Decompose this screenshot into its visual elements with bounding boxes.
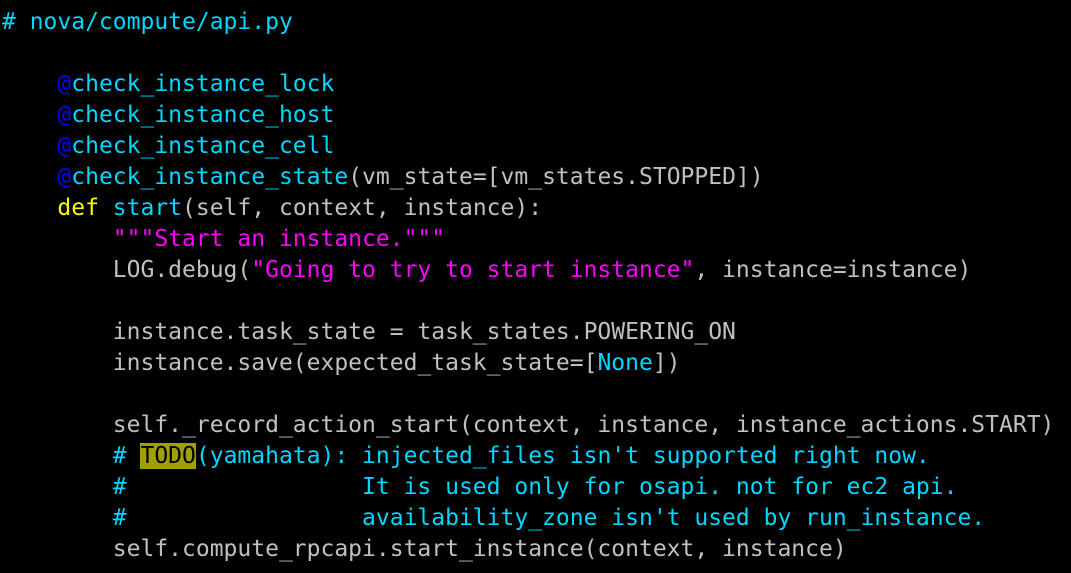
code-line: @check_instance_lock bbox=[2, 69, 334, 100]
comment-token: (yamahata): injected_files isn't support… bbox=[195, 443, 930, 469]
code-token: ]) bbox=[652, 350, 681, 376]
code-line: @check_instance_state(vm_state=[vm_state… bbox=[2, 162, 764, 193]
code-token: LOG.debug( bbox=[2, 257, 252, 283]
code-line: # nova/compute/api.py bbox=[2, 7, 293, 38]
decorator-symbol: @ bbox=[57, 164, 72, 190]
builtin-constant: None bbox=[597, 350, 653, 376]
code-line: # availability_zone isn't used by run_in… bbox=[2, 503, 985, 534]
code-token: , instance=instance) bbox=[694, 257, 972, 283]
identifier-token: check_instance_state bbox=[71, 164, 349, 190]
todo-marker: TODO bbox=[140, 443, 196, 469]
code-line: instance.task_state = task_states.POWERI… bbox=[2, 317, 736, 348]
code-line: self.compute_rpcapi.start_instance(conte… bbox=[2, 534, 847, 565]
code-token: instance.save(expected_task_state=[ bbox=[2, 350, 598, 376]
code-token: (self, context, instance): bbox=[182, 195, 543, 221]
identifier-token: check_instance_lock bbox=[71, 71, 335, 97]
code-line: # It is used only for osapi. not for ec2… bbox=[2, 472, 958, 503]
code-token: instance.task_state = task_states.POWERI… bbox=[2, 319, 736, 345]
code-line: # TODO(yamahata): injected_files isn't s… bbox=[2, 441, 930, 472]
code-token: (vm_state=[vm_states.STOPPED]) bbox=[348, 164, 764, 190]
identifier-token: check_instance_host bbox=[71, 102, 335, 128]
code-line: def start(self, context, instance): bbox=[2, 193, 542, 224]
comment-token: # nova/compute/api.py bbox=[2, 9, 293, 35]
code-line: LOG.debug("Going to try to start instanc… bbox=[2, 255, 972, 286]
keyword-token: def bbox=[57, 195, 99, 221]
comment-token: # availability_zone isn't used by run_in… bbox=[112, 505, 986, 531]
string-literal: "Going to try to start instance" bbox=[251, 257, 695, 283]
comment-token: # bbox=[112, 443, 141, 469]
terminal-window: # nova/compute/api.py @check_instance_lo… bbox=[0, 0, 1071, 573]
identifier-token: start bbox=[112, 195, 183, 221]
code-line: instance.save(expected_task_state=[None]… bbox=[2, 348, 681, 379]
code-line: self._record_action_start(context, insta… bbox=[2, 410, 1055, 441]
decorator-symbol: @ bbox=[57, 71, 72, 97]
code-token: self.compute_rpcapi.start_instance(conte… bbox=[2, 536, 847, 562]
identifier-token: check_instance_cell bbox=[71, 133, 335, 159]
code-line: """Start an instance.""" bbox=[2, 224, 445, 255]
decorator-symbol: @ bbox=[57, 102, 72, 128]
comment-token: # It is used only for osapi. not for ec2… bbox=[112, 474, 958, 500]
code-line: @check_instance_host bbox=[2, 100, 334, 131]
decorator-symbol: @ bbox=[57, 133, 72, 159]
code-line: @check_instance_cell bbox=[2, 131, 334, 162]
code-token: self._record_action_start(context, insta… bbox=[2, 412, 1055, 438]
string-literal: """Start an instance.""" bbox=[112, 226, 446, 252]
